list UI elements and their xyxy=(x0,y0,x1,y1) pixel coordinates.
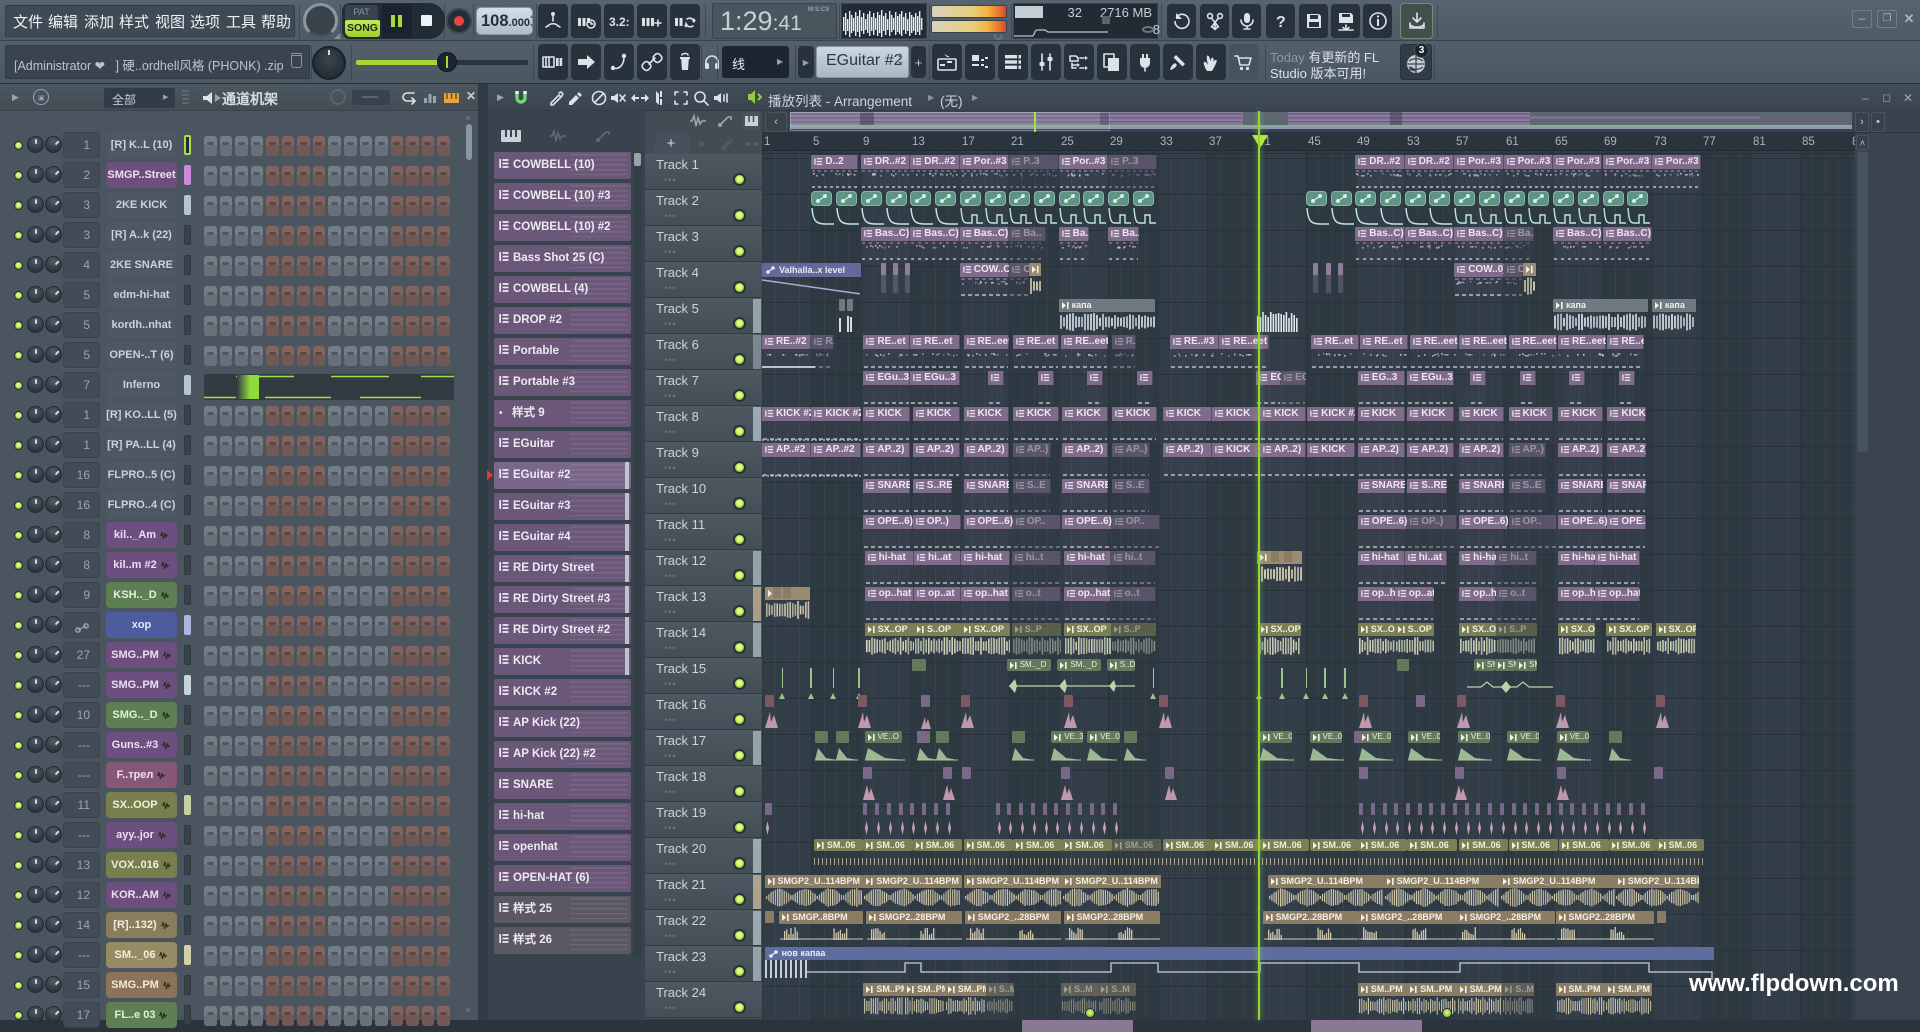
svg-text:3.2:: 3.2: xyxy=(609,15,630,29)
svg-text:?: ? xyxy=(1276,14,1286,31)
